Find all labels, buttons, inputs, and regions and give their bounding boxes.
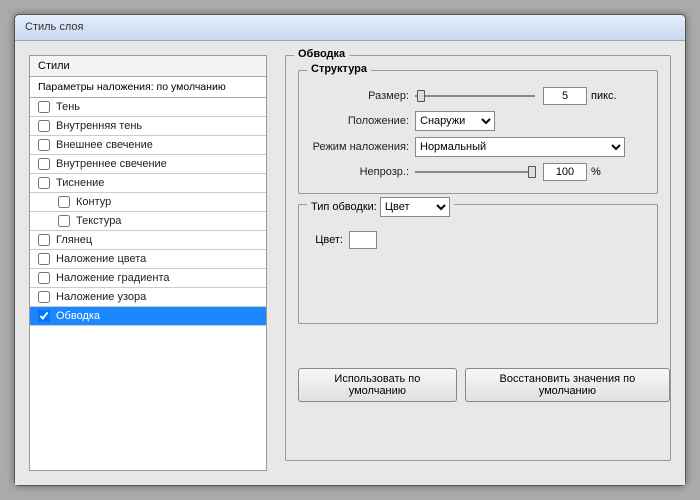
window-title: Стиль слоя xyxy=(25,21,83,33)
style-item-label: Тень xyxy=(56,101,80,113)
style-item-label: Наложение цвета xyxy=(56,253,146,265)
style-checkbox[interactable] xyxy=(58,215,70,227)
style-item-8[interactable]: Наложение цвета xyxy=(30,250,266,269)
size-label: Размер: xyxy=(309,90,415,102)
style-checkbox[interactable] xyxy=(38,158,50,170)
stroke-type-select[interactable]: Цвет xyxy=(380,197,450,217)
color-label: Цвет: xyxy=(309,234,349,246)
style-item-7[interactable]: Глянец xyxy=(30,231,266,250)
stroke-settings: Обводка Структура Размер: пикс. Положени… xyxy=(285,55,671,471)
position-select[interactable]: Снаружи xyxy=(415,111,495,131)
style-item-0[interactable]: Тень xyxy=(30,98,266,117)
style-item-label: Внутреннее свечение xyxy=(56,158,167,170)
style-checkbox[interactable] xyxy=(38,101,50,113)
stroke-panel-title: Обводка xyxy=(294,48,349,60)
style-checkbox[interactable] xyxy=(38,177,50,189)
fill-type-group: Тип обводки: Цвет Цвет: xyxy=(298,204,658,324)
color-swatch[interactable] xyxy=(349,231,377,249)
size-input[interactable] xyxy=(543,87,587,105)
title-bar: Стиль слоя xyxy=(15,15,685,41)
style-item-label: Обводка xyxy=(56,310,100,322)
style-item-3[interactable]: Внутреннее свечение xyxy=(30,155,266,174)
style-checkbox[interactable] xyxy=(38,120,50,132)
size-unit: пикс. xyxy=(591,90,617,102)
style-checkbox[interactable] xyxy=(38,234,50,246)
size-slider[interactable] xyxy=(415,95,535,97)
structure-group: Структура Размер: пикс. Положение: Снару… xyxy=(298,70,658,194)
style-item-label: Внутренняя тень xyxy=(56,120,142,132)
style-item-1[interactable]: Внутренняя тень xyxy=(30,117,266,136)
opacity-unit: % xyxy=(591,166,601,178)
blending-options-row[interactable]: Параметры наложения: по умолчанию xyxy=(30,77,266,98)
stroke-type-label: Тип обводки: xyxy=(311,201,377,213)
style-item-10[interactable]: Наложение узора xyxy=(30,288,266,307)
style-item-label: Текстура xyxy=(76,215,121,227)
style-item-label: Контур xyxy=(76,196,111,208)
layer-style-dialog: Стиль слоя Стили Параметры наложения: по… xyxy=(14,14,686,486)
style-item-label: Наложение градиента xyxy=(56,272,170,284)
style-item-label: Глянец xyxy=(56,234,92,246)
structure-title: Структура xyxy=(307,63,371,75)
style-item-label: Наложение узора xyxy=(56,291,146,303)
make-default-button[interactable]: Использовать по умолчанию xyxy=(298,368,457,402)
style-checkbox[interactable] xyxy=(38,310,50,322)
style-checkbox[interactable] xyxy=(58,196,70,208)
style-checkbox[interactable] xyxy=(38,253,50,265)
style-item-5[interactable]: Контур xyxy=(30,193,266,212)
styles-header[interactable]: Стили xyxy=(30,56,266,77)
style-checkbox[interactable] xyxy=(38,139,50,151)
opacity-input[interactable] xyxy=(543,163,587,181)
position-label: Положение: xyxy=(309,115,415,127)
opacity-slider[interactable] xyxy=(415,171,535,173)
style-checkbox[interactable] xyxy=(38,291,50,303)
style-item-label: Внешнее свечение xyxy=(56,139,153,151)
style-item-6[interactable]: Текстура xyxy=(30,212,266,231)
style-item-label: Тиснение xyxy=(56,177,104,189)
reset-default-button[interactable]: Восстановить значения по умолчанию xyxy=(465,368,670,402)
blend-mode-select[interactable]: Нормальный xyxy=(415,137,625,157)
blend-mode-label: Режим наложения: xyxy=(309,141,415,153)
style-checkbox[interactable] xyxy=(38,272,50,284)
style-item-9[interactable]: Наложение градиента xyxy=(30,269,266,288)
fill-type-legend: Тип обводки: Цвет xyxy=(307,197,454,217)
style-item-11[interactable]: Обводка xyxy=(30,307,266,326)
opacity-label: Непрозр.: xyxy=(309,166,415,178)
styles-list: Стили Параметры наложения: по умолчанию … xyxy=(29,55,267,471)
style-item-4[interactable]: Тиснение xyxy=(30,174,266,193)
style-item-2[interactable]: Внешнее свечение xyxy=(30,136,266,155)
stroke-panel: Обводка Структура Размер: пикс. Положени… xyxy=(285,55,671,461)
